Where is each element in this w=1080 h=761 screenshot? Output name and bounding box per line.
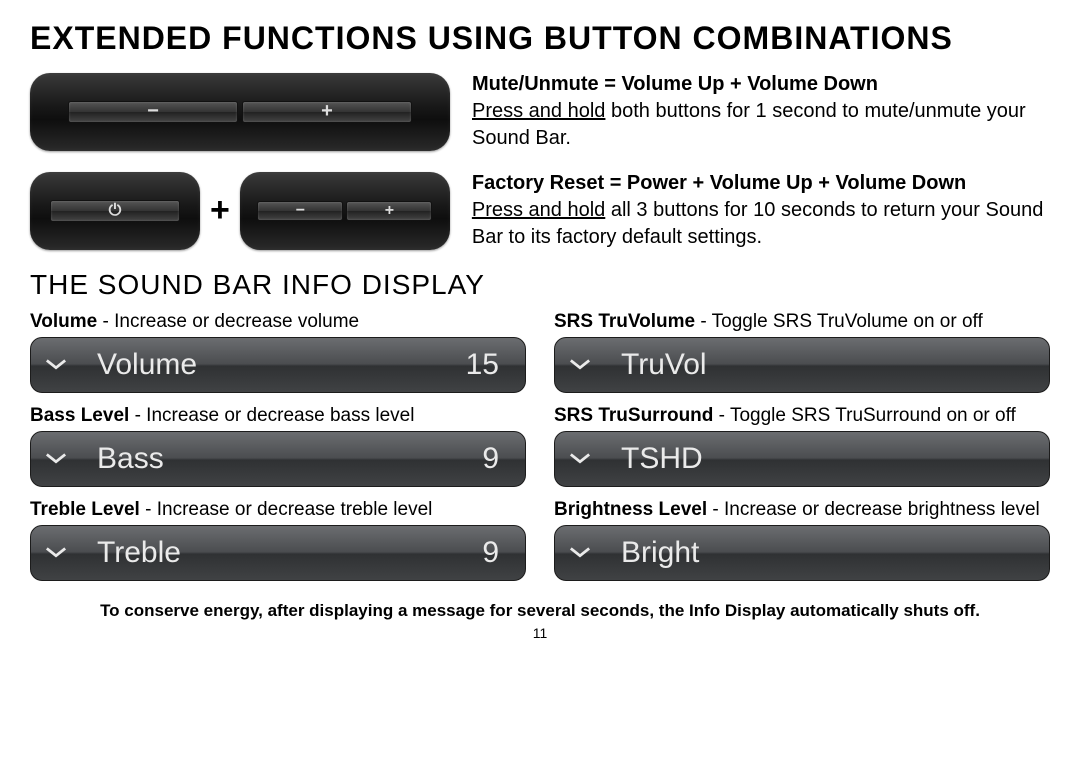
power-button: ⏻ [50, 200, 180, 222]
info-block-tshd: SRS TruSurround - Toggle SRS TruSurround… [554, 405, 1050, 487]
info-desc: Volume - Increase or decrease volume [30, 311, 526, 333]
display-label: TSHD [621, 442, 703, 476]
minus-icon: − [296, 202, 305, 220]
page-number: 11 [30, 625, 1050, 641]
display-bar-tshd: TSHD [554, 431, 1050, 487]
info-desc: Treble Level - Increase or decrease treb… [30, 499, 526, 521]
info-block-treble: Treble Level - Increase or decrease treb… [30, 499, 526, 581]
section-heading-info-display: THE SOUND BAR INFO DISPLAY [30, 269, 1050, 301]
combo-action: Press and hold [472, 100, 605, 122]
plus-separator-icon: + [210, 191, 230, 230]
display-label: Bass [97, 442, 164, 476]
chevron-down-icon [569, 452, 591, 466]
section-heading-extended: EXTENDED FUNCTIONS USING BUTTON COMBINAT… [30, 20, 1050, 57]
combo-title: Factory Reset = Power + Volume Up + Volu… [472, 172, 966, 194]
chevron-down-icon [45, 358, 67, 372]
volume-down-button-2: − [257, 201, 343, 221]
info-desc: Brightness Level - Increase or decrease … [554, 499, 1050, 521]
combo-row-mute: − + Mute/Unmute = Volume Up + Volume Dow… [30, 71, 1050, 152]
combo-action: Press and hold [472, 199, 605, 221]
volume-up-button-2: + [346, 201, 432, 221]
combo-text-reset: Factory Reset = Power + Volume Up + Volu… [472, 170, 1050, 251]
display-value: 9 [482, 536, 507, 570]
info-display-grid: Volume - Increase or decrease volume Vol… [30, 311, 1050, 593]
display-label: Volume [97, 348, 197, 382]
combo-text-mute: Mute/Unmute = Volume Up + Volume Down Pr… [472, 71, 1050, 152]
chevron-down-icon [569, 358, 591, 372]
volume-down-button: − [68, 101, 238, 123]
display-bar-truvol: TruVol [554, 337, 1050, 393]
display-bar-bright: Bright [554, 525, 1050, 581]
info-block-bright: Brightness Level - Increase or decrease … [554, 499, 1050, 581]
info-col-left: Volume - Increase or decrease volume Vol… [30, 311, 526, 593]
combo-row-reset: ⏻ + − + Factory Reset = Power + Volume U… [30, 170, 1050, 251]
chevron-down-icon [45, 546, 67, 560]
display-value: 15 [466, 348, 507, 382]
plus-icon: + [321, 100, 333, 123]
device-volume-pill: − + [30, 73, 450, 151]
footnote: To conserve energy, after displaying a m… [30, 601, 1050, 621]
display-label: Treble [97, 536, 181, 570]
info-desc: SRS TruSurround - Toggle SRS TruSurround… [554, 405, 1050, 427]
chevron-down-icon [569, 546, 591, 560]
info-desc: Bass Level - Increase or decrease bass l… [30, 405, 526, 427]
display-label: Bright [621, 536, 699, 570]
combo-title: Mute/Unmute = Volume Up + Volume Down [472, 73, 878, 95]
chevron-down-icon [45, 452, 67, 466]
info-block-volume: Volume - Increase or decrease volume Vol… [30, 311, 526, 393]
plus-icon: + [385, 202, 394, 220]
display-label: TruVol [621, 348, 707, 382]
display-bar-treble: Treble 9 [30, 525, 526, 581]
device-volume-pill-2: − + [240, 172, 450, 250]
info-desc: SRS TruVolume - Toggle SRS TruVolume on … [554, 311, 1050, 333]
power-icon: ⏻ [109, 202, 122, 220]
display-value: 9 [482, 442, 507, 476]
display-bar-bass: Bass 9 [30, 431, 526, 487]
info-col-right: SRS TruVolume - Toggle SRS TruVolume on … [554, 311, 1050, 593]
device-power-pill: ⏻ [30, 172, 200, 250]
minus-icon: − [147, 100, 159, 123]
info-block-bass: Bass Level - Increase or decrease bass l… [30, 405, 526, 487]
volume-up-button: + [242, 101, 412, 123]
display-bar-volume: Volume 15 [30, 337, 526, 393]
info-block-truvol: SRS TruVolume - Toggle SRS TruVolume on … [554, 311, 1050, 393]
